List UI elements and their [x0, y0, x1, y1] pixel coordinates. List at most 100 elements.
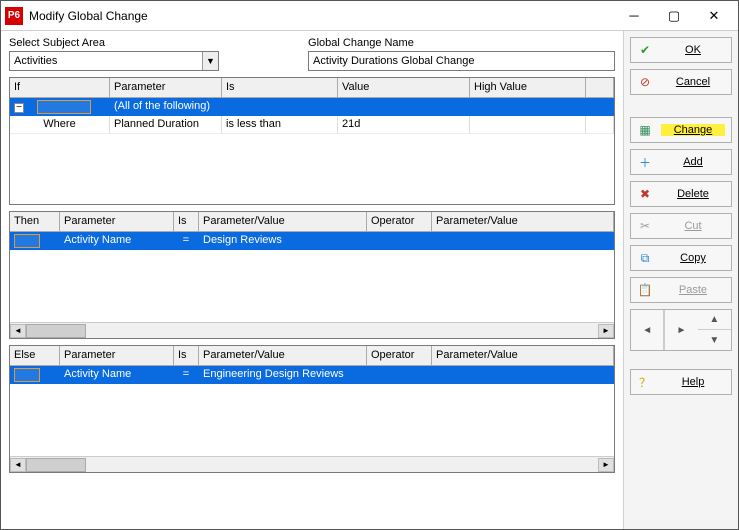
scissors-icon: ✂ — [637, 219, 653, 233]
cell-value — [338, 98, 470, 116]
col-header[interactable]: Value — [338, 78, 470, 98]
delete-button[interactable]: ✖ Delete — [630, 181, 732, 207]
cut-button[interactable]: ✂ Cut — [630, 213, 732, 239]
nav-left-button[interactable]: ◄ — [631, 310, 664, 350]
cancel-label: Cancel — [661, 76, 725, 88]
paste-button[interactable]: 📋 Paste — [630, 277, 732, 303]
else-scrollbar[interactable]: ◄ ► — [10, 456, 614, 472]
cell-param-value: Engineering Design Reviews — [199, 366, 367, 384]
col-header[interactable]: Parameter — [60, 346, 174, 366]
cell-parameter: Planned Duration — [110, 116, 222, 134]
scroll-left-icon[interactable]: ◄ — [10, 458, 26, 472]
scroll-thumb[interactable] — [26, 324, 86, 338]
delete-icon: ✖ — [637, 187, 653, 201]
col-header[interactable]: Else — [10, 346, 60, 366]
help-label: Help — [661, 376, 725, 388]
col-header[interactable]: Parameter/Value — [199, 346, 367, 366]
maximize-button[interactable]: ▢ — [654, 2, 694, 30]
chevron-down-icon: ▼ — [202, 52, 218, 70]
paste-label: Paste — [661, 284, 725, 296]
if-row[interactable]: − (All of the following) — [10, 98, 614, 116]
cancel-button[interactable]: ⊘ Cancel — [630, 69, 732, 95]
col-header[interactable]: Then — [10, 212, 60, 232]
copy-label: Copy — [661, 252, 725, 264]
cell-param-value2 — [432, 366, 614, 384]
cell-spacer — [586, 116, 614, 134]
change-name-input[interactable] — [308, 51, 615, 71]
nav-down-button[interactable]: ▼ — [698, 330, 731, 350]
then-row[interactable]: Activity Name = Design Reviews — [10, 232, 614, 250]
col-header[interactable]: High Value — [470, 78, 586, 98]
change-label: Change — [661, 124, 725, 136]
cell-value: 21d — [338, 116, 470, 134]
scroll-thumb[interactable] — [26, 458, 86, 472]
scroll-left-icon[interactable]: ◄ — [10, 324, 26, 338]
cell-is: = — [174, 232, 199, 250]
then-grid: Then Parameter Is Parameter/Value Operat… — [9, 211, 615, 339]
col-header[interactable]: Parameter — [60, 212, 174, 232]
row-marker — [37, 100, 91, 114]
col-header[interactable]: Is — [174, 212, 199, 232]
app-icon: P6 — [5, 7, 23, 25]
col-header[interactable]: Parameter/Value — [199, 212, 367, 232]
ok-label: OK — [661, 44, 725, 56]
delete-label: Delete — [661, 188, 725, 200]
col-header[interactable]: Parameter/Value — [432, 212, 614, 232]
cell-operator — [367, 232, 432, 250]
then-grid-header: Then Parameter Is Parameter/Value Operat… — [10, 212, 614, 232]
col-header[interactable]: Operator — [367, 212, 432, 232]
nav-right-button[interactable]: ► — [664, 310, 697, 350]
minimize-button[interactable]: ─ — [614, 2, 654, 30]
cell-high-value — [470, 98, 586, 116]
then-scrollbar[interactable]: ◄ ► — [10, 322, 614, 338]
cell-parameter: Activity Name — [60, 366, 174, 384]
check-icon: ✔ — [637, 43, 653, 57]
window-title: Modify Global Change — [29, 9, 614, 23]
cell-spacer — [586, 98, 614, 116]
col-header[interactable]: If — [10, 78, 110, 98]
help-button[interactable]: ？ Help — [630, 369, 732, 395]
copy-button[interactable]: ⧉ Copy — [630, 245, 732, 271]
col-header[interactable]: Parameter/Value — [432, 346, 614, 366]
scroll-right-icon[interactable]: ► — [598, 458, 614, 472]
cell-is — [222, 98, 338, 116]
subject-area-label: Select Subject Area — [9, 37, 288, 49]
copy-icon: ⧉ — [637, 251, 653, 266]
button-sidebar: ✔ OK ⊘ Cancel ▦ Change ＋ Add ✖ Delete ✂ — [623, 31, 738, 529]
cell-is: is less than — [222, 116, 338, 134]
col-header[interactable]: Operator — [367, 346, 432, 366]
close-button[interactable]: ✕ — [694, 2, 734, 30]
if-row[interactable]: Where Planned Duration is less than 21d — [10, 116, 614, 134]
else-row[interactable]: Activity Name = Engineering Design Revie… — [10, 366, 614, 384]
row-marker — [14, 368, 40, 382]
else-grid-header: Else Parameter Is Parameter/Value Operat… — [10, 346, 614, 366]
cell-is: = — [174, 366, 199, 384]
cut-label: Cut — [661, 220, 725, 232]
ok-button[interactable]: ✔ OK — [630, 37, 732, 63]
scroll-right-icon[interactable]: ► — [598, 324, 614, 338]
titlebar: P6 Modify Global Change ─ ▢ ✕ — [1, 1, 738, 31]
col-header[interactable] — [586, 78, 614, 98]
subject-area-value: Activities — [14, 55, 57, 67]
cell-parameter: (All of the following) — [110, 98, 222, 116]
nav-arrows: ◄ ▲ ► ▼ — [630, 309, 732, 351]
if-grid: If Parameter Is Value High Value − (All … — [9, 77, 615, 205]
subject-area-select[interactable]: Activities ▼ — [9, 51, 219, 71]
cell-operator — [367, 366, 432, 384]
cell-param-value: Design Reviews — [199, 232, 367, 250]
cell-param-value2 — [432, 232, 614, 250]
plus-icon: ＋ — [637, 154, 653, 171]
help-icon: ？ — [637, 374, 653, 391]
collapse-icon[interactable]: − — [14, 103, 24, 113]
change-name-label: Global Change Name — [308, 37, 615, 49]
paste-icon: 📋 — [637, 283, 653, 297]
add-button[interactable]: ＋ Add — [630, 149, 732, 175]
col-header[interactable]: Parameter — [110, 78, 222, 98]
change-icon: ▦ — [637, 123, 653, 137]
change-button[interactable]: ▦ Change — [630, 117, 732, 143]
col-header[interactable]: Is — [174, 346, 199, 366]
cell-parameter: Activity Name — [60, 232, 174, 250]
col-header[interactable]: Is — [222, 78, 338, 98]
dialog-window: P6 Modify Global Change ─ ▢ ✕ Select Sub… — [0, 0, 739, 530]
nav-up-button[interactable]: ▲ — [698, 310, 731, 330]
